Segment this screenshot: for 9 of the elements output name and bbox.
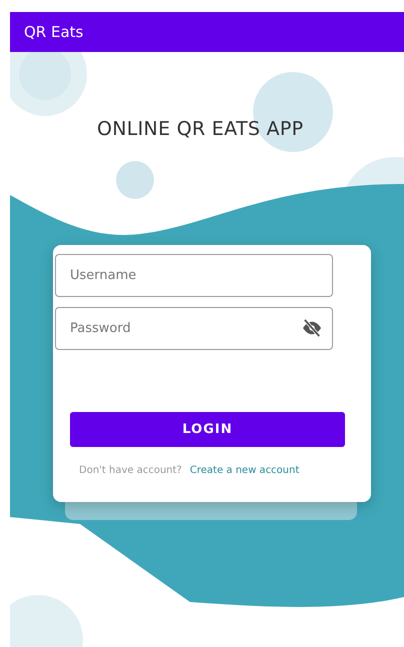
create-account-link[interactable]: Create a new account xyxy=(190,465,300,476)
account-prompt: Don't have account? xyxy=(79,465,182,476)
password-field[interactable]: Password xyxy=(55,307,333,350)
decorative-circle xyxy=(116,161,154,199)
login-button[interactable]: LOGIN xyxy=(70,412,345,447)
username-field[interactable]: Username xyxy=(55,254,333,297)
eye-off-icon[interactable] xyxy=(301,319,323,337)
page-heading: ONLINE QR EATS APP xyxy=(97,118,304,140)
app-title: QR Eats xyxy=(24,23,84,41)
